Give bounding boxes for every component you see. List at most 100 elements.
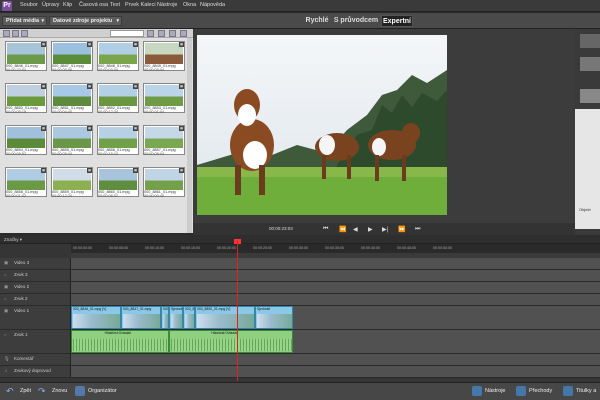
- panel-thumb-2[interactable]: [580, 57, 600, 71]
- organizer-button[interactable]: Organizátor: [88, 388, 117, 394]
- panel-thumb-1[interactable]: [580, 34, 600, 48]
- menu-klip[interactable]: Klip: [63, 2, 72, 8]
- tab-guided[interactable]: S průvodcem: [332, 15, 380, 27]
- video-clip[interactable]: Sjednotit: [255, 306, 293, 329]
- step-back-frame-icon[interactable]: ⏮: [323, 226, 328, 233]
- titles-icon[interactable]: [563, 386, 573, 396]
- menu-icon[interactable]: [180, 30, 187, 37]
- track-type-icon[interactable]: ♪: [4, 296, 6, 301]
- transitions-button[interactable]: Přechody: [529, 388, 552, 394]
- thumbnail-image: [145, 43, 183, 64]
- timecode-display: 00:00:23:03: [269, 226, 293, 231]
- tools-button[interactable]: Nástroje: [485, 388, 505, 394]
- tools-icon[interactable]: [472, 386, 482, 396]
- right-panel: Objekt: [575, 29, 600, 235]
- video-clip[interactable]: Sjednotit: [169, 306, 183, 329]
- transitions-icon[interactable]: [516, 386, 526, 396]
- track-type-icon[interactable]: ♫: [4, 368, 7, 373]
- timeline-ruler[interactable]: 00:00:00:00 00:00:05:00 00:00:10:00 00:00:1…: [71, 244, 600, 258]
- clip-badge-icon: ▦: [133, 168, 138, 173]
- markers-dropdown[interactable]: Značky ▾: [4, 237, 22, 243]
- thumbnail-image: [53, 43, 91, 64]
- thumbnail-image: [145, 85, 183, 106]
- clip-badge-icon: ▦: [41, 126, 46, 131]
- clip-thumb-strip: [123, 314, 160, 328]
- menu-bar: Pr Soubor Úpravy Klip Časová osa Text Pr…: [0, 0, 600, 12]
- clip-thumb-strip: [257, 314, 292, 328]
- thumbnail-image: [99, 85, 137, 106]
- step-forward-icon[interactable]: ⏭: [415, 226, 420, 233]
- project-assets-dropdown[interactable]: Datové zdroje projektu ▾: [49, 16, 122, 26]
- undo-button[interactable]: Zpět: [20, 388, 31, 394]
- audio-clip[interactable]: Hlasitost:Ovladač: [169, 330, 293, 353]
- ruler-label: 00:00:05:00: [109, 246, 128, 250]
- track-type-icon[interactable]: ♪: [4, 332, 6, 337]
- track-type-icon[interactable]: 🎙: [4, 356, 10, 362]
- menu-nastroje[interactable]: Nástroje: [157, 2, 177, 8]
- track-lane[interactable]: [71, 270, 600, 281]
- track-type-icon[interactable]: ♪: [4, 272, 6, 277]
- track-type-icon[interactable]: ▣: [4, 260, 8, 266]
- video-clip[interactable]: 000_8851: [183, 306, 195, 329]
- ruler-label: 00:00:25:00: [253, 246, 272, 250]
- grid-view-icon[interactable]: [12, 30, 19, 37]
- folder-icon[interactable]: [147, 30, 154, 37]
- bottom-bar: ↶ Zpět ↷ Znovu Organizátor Nástroje Přec…: [0, 382, 600, 400]
- menu-napoveda[interactable]: Nápověda: [200, 2, 225, 8]
- ruler-label: 00:00:40:00: [361, 246, 380, 250]
- assets-scrollbar[interactable]: [187, 38, 192, 233]
- media-duration: 00:00:12:24: [52, 194, 73, 198]
- track-type-icon[interactable]: ▣: [4, 284, 8, 290]
- track-lane[interactable]: [71, 282, 600, 293]
- video-clip[interactable]: 000_8850_01.mpg [V]: [195, 306, 255, 329]
- track-header: ♪ Zvuk 1: [0, 330, 71, 353]
- track-name: Video 2: [14, 284, 30, 289]
- clip-badge-icon: ▦: [133, 126, 138, 131]
- trash-icon[interactable]: [158, 30, 165, 37]
- rewind-icon[interactable]: ⏪: [339, 226, 346, 233]
- ruler-label: 00:00:20:00: [217, 246, 236, 250]
- track-lane[interactable]: [71, 354, 600, 365]
- playhead-line[interactable]: [237, 241, 238, 381]
- track-lane[interactable]: 000_8846_01.mpg [V] 000_8847_01.mpg 000_…: [71, 306, 600, 329]
- add-media-dropdown[interactable]: Přidat média ▾: [2, 16, 47, 26]
- menu-upravy[interactable]: Úpravy: [42, 2, 59, 8]
- menu-casova-osa[interactable]: Časová osa: [79, 2, 108, 8]
- audio-clip[interactable]: Hlasitost:Ovladač: [71, 330, 169, 353]
- next-frame-icon[interactable]: ▶|: [382, 226, 388, 233]
- clip-name: Hlasitost:Ovladač: [211, 331, 238, 335]
- list-view-icon[interactable]: [3, 30, 10, 37]
- tab-quick[interactable]: Rychlé: [302, 15, 332, 27]
- titles-button[interactable]: Titulky a: [576, 388, 596, 394]
- prev-frame-icon[interactable]: ◀: [353, 226, 358, 233]
- clip-badge-icon: ▦: [41, 42, 46, 47]
- menu-okna[interactable]: Okna: [183, 2, 196, 8]
- filter-icon[interactable]: [169, 30, 176, 37]
- tab-expert[interactable]: Expertní: [381, 15, 413, 27]
- undo-icon[interactable]: ↶: [6, 386, 16, 396]
- media-duration: 00:00:09:52: [6, 152, 27, 156]
- search-input[interactable]: [110, 30, 144, 37]
- track-type-icon[interactable]: ▣: [4, 308, 8, 314]
- panel-thumb-3[interactable]: [580, 89, 600, 103]
- track-lane[interactable]: [71, 294, 600, 305]
- timeline-track: 🎙 Komentář: [0, 354, 600, 366]
- chevron-down-icon: ▾: [116, 18, 119, 24]
- options-icon[interactable]: [21, 30, 28, 37]
- fast-forward-icon[interactable]: ⏩: [398, 226, 405, 233]
- clip-name: 000_8850_01.mpg [V]: [197, 307, 231, 311]
- organizer-icon[interactable]: [75, 386, 85, 396]
- menu-prvek-kaleci[interactable]: Prvek Kaleci: [125, 2, 156, 8]
- menu-text[interactable]: Text: [110, 2, 120, 8]
- video-clip[interactable]: 000_8848: [161, 306, 169, 329]
- track-lane[interactable]: [71, 366, 600, 377]
- play-icon[interactable]: ▶: [368, 226, 373, 233]
- video-clip[interactable]: 000_8847_01.mpg: [121, 306, 161, 329]
- track-lane[interactable]: Hlasitost:Ovladač Hlasitost:Ovladač: [71, 330, 600, 353]
- menu-soubor[interactable]: Soubor: [20, 2, 38, 8]
- redo-button[interactable]: Znovu: [52, 388, 67, 394]
- track-lane[interactable]: [71, 258, 600, 269]
- video-clip[interactable]: 000_8846_01.mpg [V]: [71, 306, 121, 329]
- redo-icon[interactable]: ↷: [38, 386, 48, 396]
- timeline-track: ♪ Zvuk 1 Hlasitost:Ovladač Hlasitost:Ovl…: [0, 330, 600, 354]
